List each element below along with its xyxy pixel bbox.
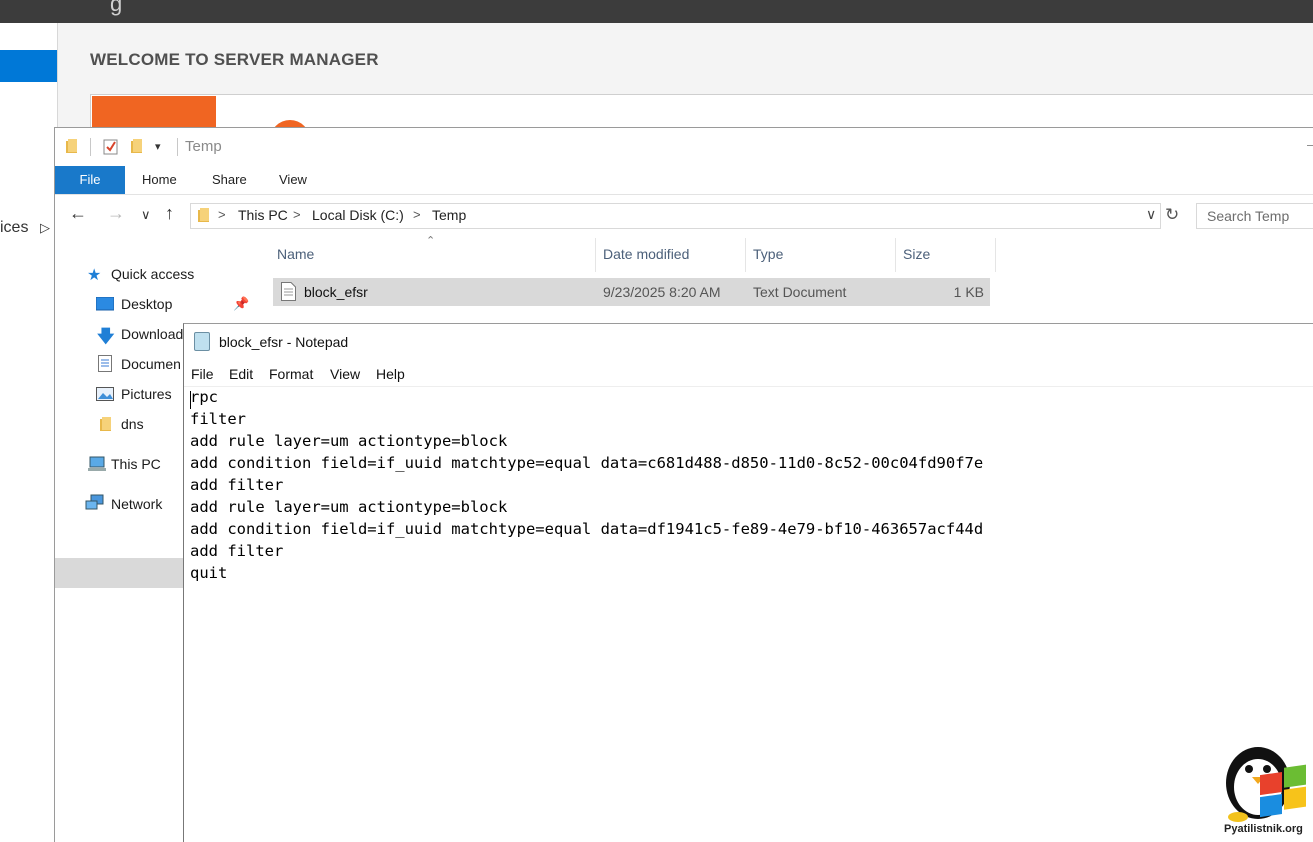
- file-type: Text Document: [753, 284, 847, 300]
- menu-file[interactable]: File: [191, 366, 214, 382]
- editor-line: add filter: [190, 542, 284, 560]
- desktop-icon: [96, 297, 114, 311]
- server-manager-titlebar: g: [0, 0, 1313, 23]
- file-date-modified: 9/23/2025 8:20 AM: [603, 284, 721, 300]
- minimize-icon[interactable]: –: [1307, 136, 1313, 152]
- server-manager-nav: [0, 23, 58, 841]
- tab-file[interactable]: File: [55, 166, 125, 194]
- file-size: 1 KB: [953, 284, 984, 300]
- notepad-titlebar: block_efsr - Notepad: [184, 324, 1313, 360]
- back-arrow-icon[interactable]: ←: [69, 203, 87, 224]
- search-placeholder: Search Temp: [1207, 208, 1290, 224]
- breadcrumb-separator-icon[interactable]: >: [218, 207, 226, 222]
- computer-icon: [88, 456, 106, 471]
- chevron-down-icon[interactable]: ∨: [1146, 206, 1156, 223]
- watermark-text: Pyatilistnik.org: [1224, 823, 1303, 835]
- search-input[interactable]: Search Temp: [1196, 203, 1313, 229]
- document-icon: [98, 355, 112, 372]
- notepad-window: block_efsr - Notepad File Edit Format Vi…: [183, 323, 1313, 842]
- customize-toolbar-icon[interactable]: ▾: [155, 140, 161, 153]
- breadcrumb-separator-icon[interactable]: >: [413, 207, 421, 222]
- notepad-icon: [194, 332, 210, 351]
- breadcrumb-local-disk[interactable]: Local Disk (C:): [312, 207, 404, 223]
- editor-line: add filter: [190, 476, 284, 494]
- breadcrumb-temp[interactable]: Temp: [432, 207, 466, 223]
- folder-icon: [100, 417, 111, 431]
- column-header-type[interactable]: Type: [753, 246, 783, 262]
- up-arrow-icon[interactable]: ↑: [165, 203, 174, 224]
- explorer-titlebar: ▾ Temp –: [55, 128, 1313, 166]
- divider: [177, 138, 178, 156]
- column-divider[interactable]: [595, 238, 596, 272]
- sidebar-item-this-pc[interactable]: This PC: [111, 456, 161, 472]
- download-icon: 🡇: [97, 327, 115, 346]
- navigation-bar: ← → ∨ ↑ > This PC > Local Disk (C:) > Te…: [55, 195, 1313, 235]
- new-folder-icon[interactable]: [130, 138, 144, 154]
- editor-line: quit: [190, 564, 228, 582]
- menu-view[interactable]: View: [330, 366, 360, 382]
- sidebar-item-dns[interactable]: dns: [121, 416, 144, 432]
- column-divider[interactable]: [745, 238, 746, 272]
- column-divider[interactable]: [995, 238, 996, 272]
- ribbon-tabs: File Home Share View: [55, 166, 1313, 195]
- editor-line: rpc: [190, 388, 218, 406]
- column-divider[interactable]: [895, 238, 896, 272]
- refresh-icon[interactable]: ↻: [1165, 205, 1179, 225]
- menu-format[interactable]: Format: [269, 366, 313, 382]
- pictures-icon: [96, 387, 114, 401]
- folder-icon: [198, 208, 209, 222]
- menu-help[interactable]: Help: [376, 366, 405, 382]
- editor-line: add condition field=if_uuid matchtype=eq…: [190, 520, 984, 538]
- window-title: block_efsr - Notepad: [219, 334, 349, 350]
- sort-ascending-icon: ⌃: [426, 235, 436, 247]
- nav-selected-highlight: [55, 558, 185, 588]
- watermark-logo: Pyatilistnik.org: [1218, 745, 1313, 841]
- editor-line: filter: [190, 410, 246, 428]
- editor-line: add rule layer=um actiontype=block: [190, 498, 508, 516]
- network-icon: [85, 494, 104, 510]
- tab-view[interactable]: View: [279, 166, 307, 194]
- menu-edit[interactable]: Edit: [229, 366, 253, 382]
- sidebar-item-downloads[interactable]: Download: [121, 326, 183, 342]
- title-fragment: g: [110, 0, 123, 16]
- editor-line: add rule layer=um actiontype=block: [190, 432, 508, 450]
- sidebar-item-pictures[interactable]: Pictures: [121, 386, 172, 402]
- sidebar-item-quick-access[interactable]: Quick access: [111, 266, 194, 282]
- chevron-right-icon[interactable]: ▷: [40, 220, 50, 236]
- pin-icon[interactable]: 📌: [233, 296, 249, 312]
- recent-locations-chevron-icon[interactable]: ∨: [141, 207, 151, 223]
- text-editor[interactable]: rpc filter add rule layer=um actiontype=…: [190, 387, 1310, 837]
- server-manager-nav-selected[interactable]: [0, 50, 57, 82]
- table-row[interactable]: block_efsr 9/23/2025 8:20 AM Text Docume…: [273, 278, 990, 306]
- welcome-heading: WELCOME TO SERVER MANAGER: [90, 50, 379, 69]
- penguin-logo-icon: [1226, 747, 1306, 822]
- sidebar-item-network[interactable]: Network: [111, 496, 162, 512]
- tab-home[interactable]: Home: [142, 166, 177, 194]
- quick-start-tile[interactable]: [92, 96, 216, 130]
- folder-icon: [66, 139, 77, 153]
- column-header-date-modified[interactable]: Date modified: [603, 246, 689, 262]
- window-title: Temp: [185, 138, 222, 155]
- column-header-size[interactable]: Size: [903, 246, 930, 262]
- forward-arrow-icon[interactable]: →: [107, 203, 125, 224]
- sidebar-item-desktop[interactable]: Desktop: [121, 296, 172, 312]
- tab-share[interactable]: Share: [212, 166, 247, 194]
- file-name[interactable]: block_efsr: [304, 284, 368, 300]
- menu-bar: File Edit Format View Help: [184, 364, 1313, 387]
- sidebar-item-documents[interactable]: Documen: [121, 356, 181, 372]
- properties-icon[interactable]: [103, 138, 119, 155]
- breadcrumb-separator-icon[interactable]: >: [293, 207, 301, 222]
- editor-line: add condition field=if_uuid matchtype=eq…: [190, 454, 984, 472]
- server-manager-nav-label[interactable]: ices: [0, 219, 28, 237]
- divider: [90, 138, 91, 156]
- address-bar[interactable]: > This PC > Local Disk (C:) > Temp ∨: [190, 203, 1161, 229]
- text-file-icon: [281, 282, 296, 301]
- column-header-name[interactable]: Name: [277, 246, 314, 262]
- star-icon: ★: [87, 267, 102, 284]
- breadcrumb-this-pc[interactable]: This PC: [238, 207, 288, 223]
